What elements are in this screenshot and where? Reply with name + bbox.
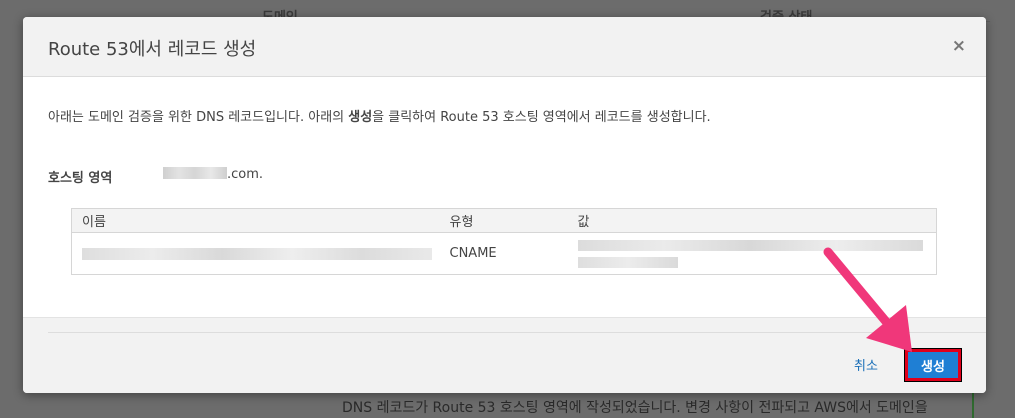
create-button[interactable]: 생성 <box>904 348 962 382</box>
record-value-cell <box>568 233 937 275</box>
description-text-end: 을 클릭하여 Route 53 호스팅 영역에서 레코드를 생성합니다. <box>372 110 711 125</box>
dialog-body: 아래는 도메인 검증을 위한 DNS 레코드입니다. 아래의 생성을 클릭하여 … <box>23 77 986 317</box>
record-name-cell <box>72 233 440 275</box>
hosted-zone-suffix: .com. <box>227 167 264 182</box>
create-record-dialog: Route 53에서 레코드 생성 × 아래는 도메인 검증을 위한 DNS 레… <box>23 17 986 393</box>
column-header-name: 이름 <box>71 208 440 233</box>
table-header-row: 이름 유형 값 <box>71 208 937 233</box>
close-icon[interactable]: × <box>952 37 966 55</box>
description-text-start: 아래는 도메인 검증을 위한 DNS 레코드입니다. 아래의 <box>48 110 349 125</box>
redacted-domain <box>163 167 227 179</box>
dns-record-table: 이름 유형 값 CNAME <box>71 208 937 275</box>
dialog-title: Route 53에서 레코드 생성 <box>48 39 257 60</box>
redacted-record-value-continued <box>577 256 678 268</box>
hosted-zone-label: 호스팅 영역 <box>48 171 113 186</box>
column-header-value: 값 <box>567 208 937 233</box>
dialog-footer: 취소 생성 <box>23 317 986 393</box>
hosted-zone-value: .com. <box>163 167 263 182</box>
description-create-emphasis: 생성 <box>348 110 373 125</box>
background-status-text: DNS 레코드가 Route 53 호스팅 영역에 작성되었습니다. 변경 사항… <box>342 400 928 416</box>
cancel-button[interactable]: 취소 <box>854 355 878 374</box>
table-row: CNAME <box>72 233 937 275</box>
dialog-description: 아래는 도메인 검증을 위한 DNS 레코드입니다. 아래의 생성을 클릭하여 … <box>48 106 711 125</box>
redacted-record-value <box>577 239 923 251</box>
footer-divider <box>48 332 986 333</box>
dialog-header: Route 53에서 레코드 생성 × <box>23 17 986 77</box>
redacted-record-name <box>82 247 432 260</box>
column-header-type: 유형 <box>439 208 568 233</box>
record-type-cell: CNAME <box>449 246 497 261</box>
